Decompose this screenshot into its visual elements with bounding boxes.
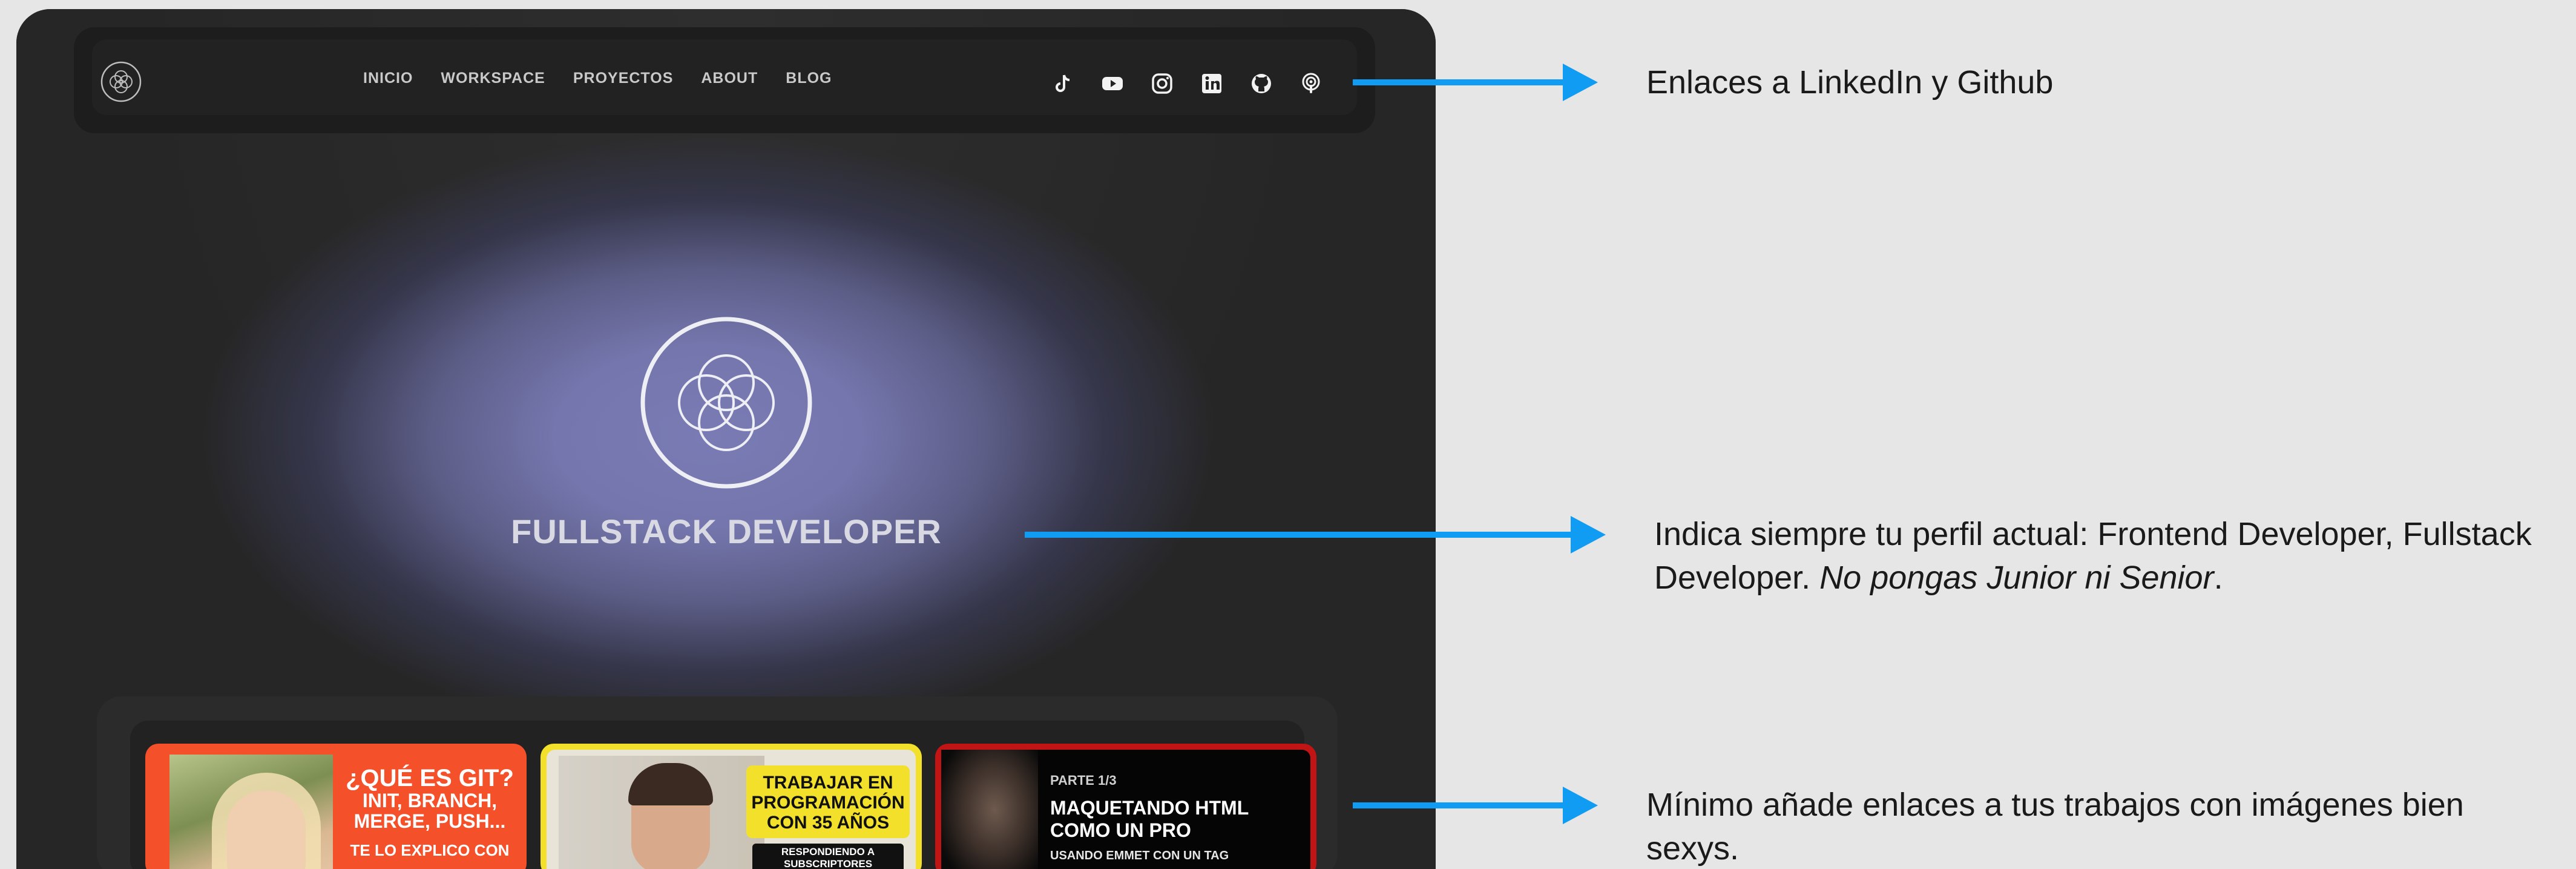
annotation-note-projects: Mínimo añade enlaces a tus trabajos con … (1646, 787, 2464, 867)
project-card-badge: RESPONDIENDO A SUBSCRIPTORES (752, 844, 904, 869)
annotation-arrow-social (1353, 64, 1598, 101)
tiktok-icon[interactable] (1047, 68, 1079, 99)
project-card-caption: ¿QUÉ ES GIT? INIT, BRANCH, MERGE, PUSH..… (346, 765, 514, 860)
nav-link-inicio[interactable]: INICIO (363, 70, 413, 87)
nav-link-proyectos[interactable]: PROYECTOS (573, 70, 674, 87)
podcast-icon[interactable] (1295, 68, 1327, 99)
hero-logo-icon (640, 317, 812, 489)
github-icon[interactable] (1246, 68, 1277, 99)
project-card-caption: PARTE 1/3 MAQUETANDO HTML COMO UN PRO US… (1050, 773, 1249, 862)
instagram-icon[interactable] (1146, 68, 1178, 99)
project-thumbnail-image (559, 756, 764, 869)
project-thumbnail-image (169, 755, 333, 869)
youtube-icon[interactable] (1097, 68, 1128, 99)
social-links (1047, 68, 1327, 99)
project-card-caption: TRABAJAR EN PROGRAMACIÓN CON 35 AÑOS (746, 765, 910, 838)
project-card-html[interactable]: PARTE 1/3 MAQUETANDO HTML COMO UN PRO US… (935, 744, 1316, 869)
annotation-note-title: Indica siempre tu perfil actual: Fronten… (1654, 516, 2532, 596)
project-card-programacion[interactable]: TRABAJAR EN PROGRAMACIÓN CON 35 AÑOS RES… (540, 744, 922, 869)
annotation-arrow-title (1025, 516, 1606, 553)
annotation-arrow-projects (1353, 787, 1598, 824)
brand-logo-icon[interactable] (100, 61, 142, 103)
project-card-git[interactable]: ¿QUÉ ES GIT? INIT, BRANCH, MERGE, PUSH..… (145, 744, 527, 869)
annotation-note-social: Enlaces a LinkedIn y Github (1646, 64, 2054, 101)
hero-title: FULLSTACK DEVELOPER (511, 512, 942, 550)
nav-link-blog[interactable]: BLOG (786, 70, 832, 87)
nav-link-workspace[interactable]: WORKSPACE (441, 70, 545, 87)
nav-link-about[interactable]: ABOUT (701, 70, 758, 87)
nav-links: INICIO WORKSPACE PROYECTOS ABOUT BLOG (363, 70, 832, 87)
project-thumbnail-image (941, 750, 1038, 869)
linkedin-icon[interactable] (1196, 68, 1227, 99)
